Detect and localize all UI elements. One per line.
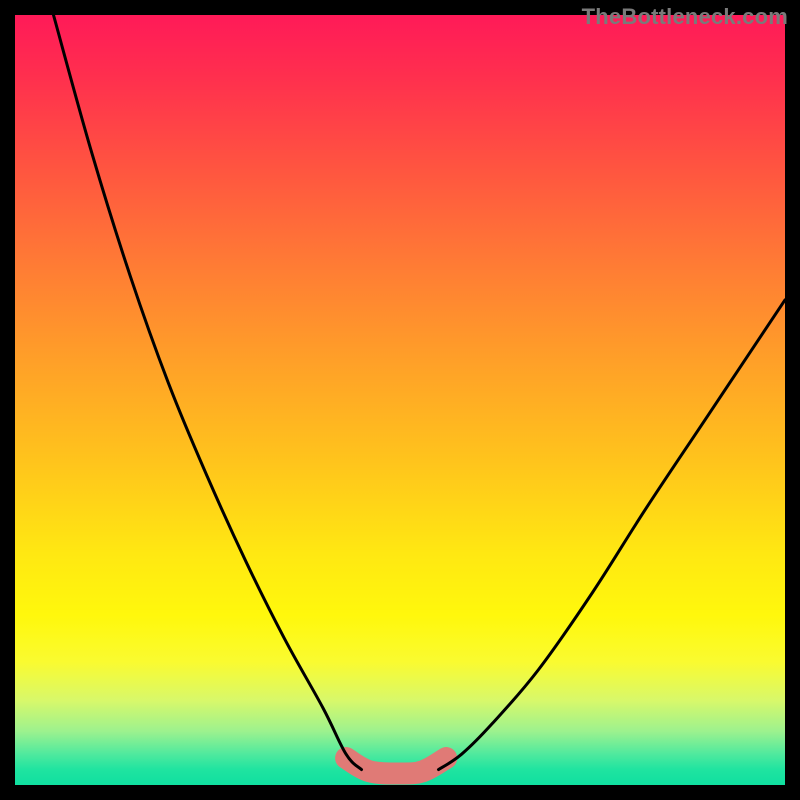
right-curve	[439, 300, 786, 770]
chart-container: TheBottleneck.com	[0, 0, 800, 800]
minimum-band	[346, 758, 446, 773]
chart-svg	[15, 15, 785, 785]
watermark-text: TheBottleneck.com	[582, 4, 788, 30]
left-curve	[54, 15, 362, 770]
plot-area	[15, 15, 785, 785]
